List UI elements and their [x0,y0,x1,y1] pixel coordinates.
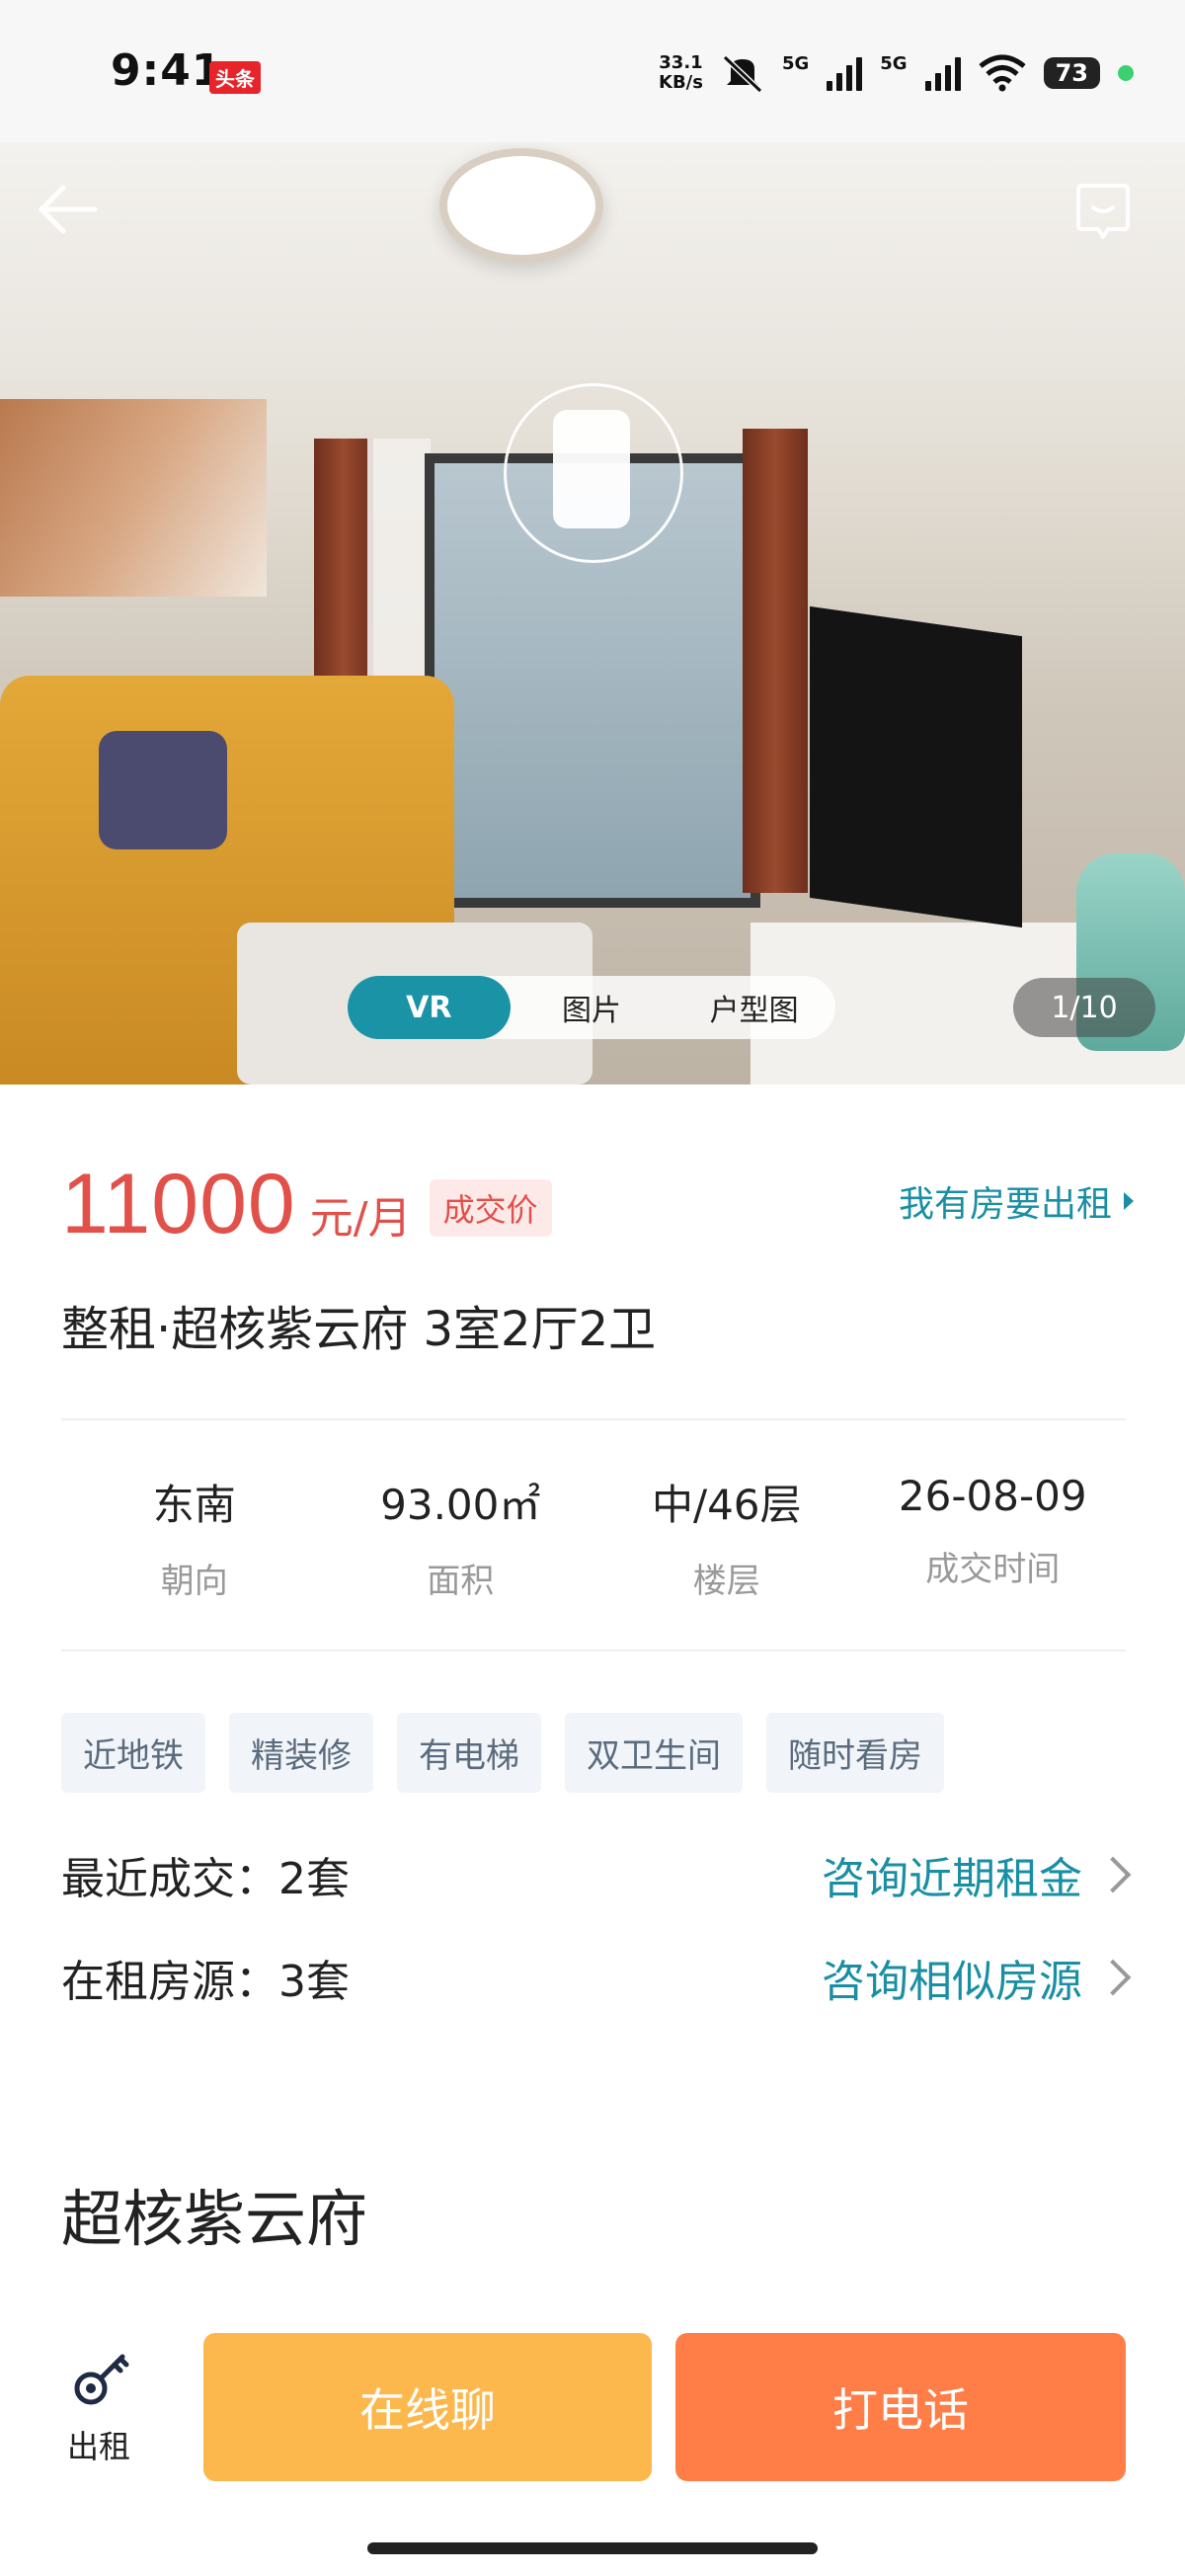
rent-out-link[interactable]: 我有房要出租 [899,1175,1134,1227]
status-time: 9:41 [111,45,223,96]
feature-tag: 近地铁 [61,1713,205,1793]
media-tabs: VR 图片 户型图 [348,976,835,1039]
recent-deals-row: 最近成交：2套 咨询近期租金 [61,1843,1132,1906]
stats-row: 东南 朝向 93.00㎡ 面积 中/46层 楼层 26-08-09 成交时间 [61,1472,1126,1602]
photo-curtain [743,429,808,893]
vr-icon [553,410,630,528]
battery-icon: 73 [1043,57,1100,89]
photo-ceiling-lamp [439,148,603,263]
status-icons: 33.1 KB/s 5G 5G 73 [659,53,1134,93]
tab-photos[interactable]: 图片 [511,976,673,1039]
listing-title: 整租·超核紫云府 3室2厅2卫 [61,1302,657,1357]
stat-deal-date: 26-08-09 成交时间 [898,1472,1087,1589]
price-value: 11000 [61,1157,296,1251]
key-icon[interactable] [69,2347,132,2410]
price-unit: 元/月 [309,1193,412,1244]
stat-floor: 中/46层 楼层 [651,1481,802,1601]
online-chat-button[interactable]: 在线聊 [203,2333,652,2481]
feature-tag: 随时看房 [766,1713,944,1793]
feature-tag: 精装修 [229,1713,373,1793]
ask-rent-link[interactable]: 咨询近期租金 [822,1843,1132,1906]
photo-tv [810,605,1022,928]
on-rent-label: 在租房源：3套 [61,1957,350,2007]
divider [61,1418,1126,1420]
stat-orientation: 东南 朝向 [152,1481,236,1601]
message-icon[interactable] [1074,182,1132,241]
triangle-right-icon [1124,1192,1134,1210]
deal-price-tag: 成交价 [429,1179,552,1237]
signal-icon [924,55,961,91]
on-rent-row: 在租房源：3套 咨询相似房源 [61,1946,1132,2009]
privacy-indicator [1118,65,1134,81]
chevron-right-icon [1094,1856,1132,1893]
sim1-type: 5G [781,52,810,74]
recent-deals-label: 最近成交：2套 [61,1854,350,1904]
photo-counter: 1/10 [1013,978,1155,1037]
signal-icon [827,55,863,91]
feature-tag: 有电梯 [397,1713,541,1793]
rent-label[interactable]: 出租 [67,2422,130,2467]
home-indicator[interactable] [367,2542,818,2554]
tab-floorplan[interactable]: 户型图 [672,976,835,1039]
feature-tag: 双卫生间 [565,1713,743,1793]
photo-painting [0,399,267,597]
chevron-right-icon [1094,1959,1132,1996]
community-title: 超核紫云府 [61,2183,368,2255]
divider [61,1650,1126,1651]
call-button[interactable]: 打电话 [675,2333,1126,2481]
news-badge: 头条 [209,61,261,94]
status-bar: 9:41 头条 33.1 KB/s 5G 5G 73 [0,0,1185,142]
net-speed: 33.1 KB/s [659,52,703,93]
wifi-icon [979,54,1026,92]
feature-tags: 近地铁 精装修 有电梯 双卫生间 随时看房 [61,1713,944,1793]
photo-pillow [99,731,227,849]
tab-vr[interactable]: VR [348,976,511,1039]
mute-icon [722,54,763,93]
sim2-type: 5G [880,52,908,74]
hero-photo[interactable] [0,142,1185,1085]
ask-similar-link[interactable]: 咨询相似房源 [822,1946,1132,2009]
back-arrow-icon[interactable] [36,178,99,241]
stat-area: 93.00㎡ 面积 [380,1481,541,1601]
price-row: 11000 元/月 成交价 [61,1156,552,1253]
